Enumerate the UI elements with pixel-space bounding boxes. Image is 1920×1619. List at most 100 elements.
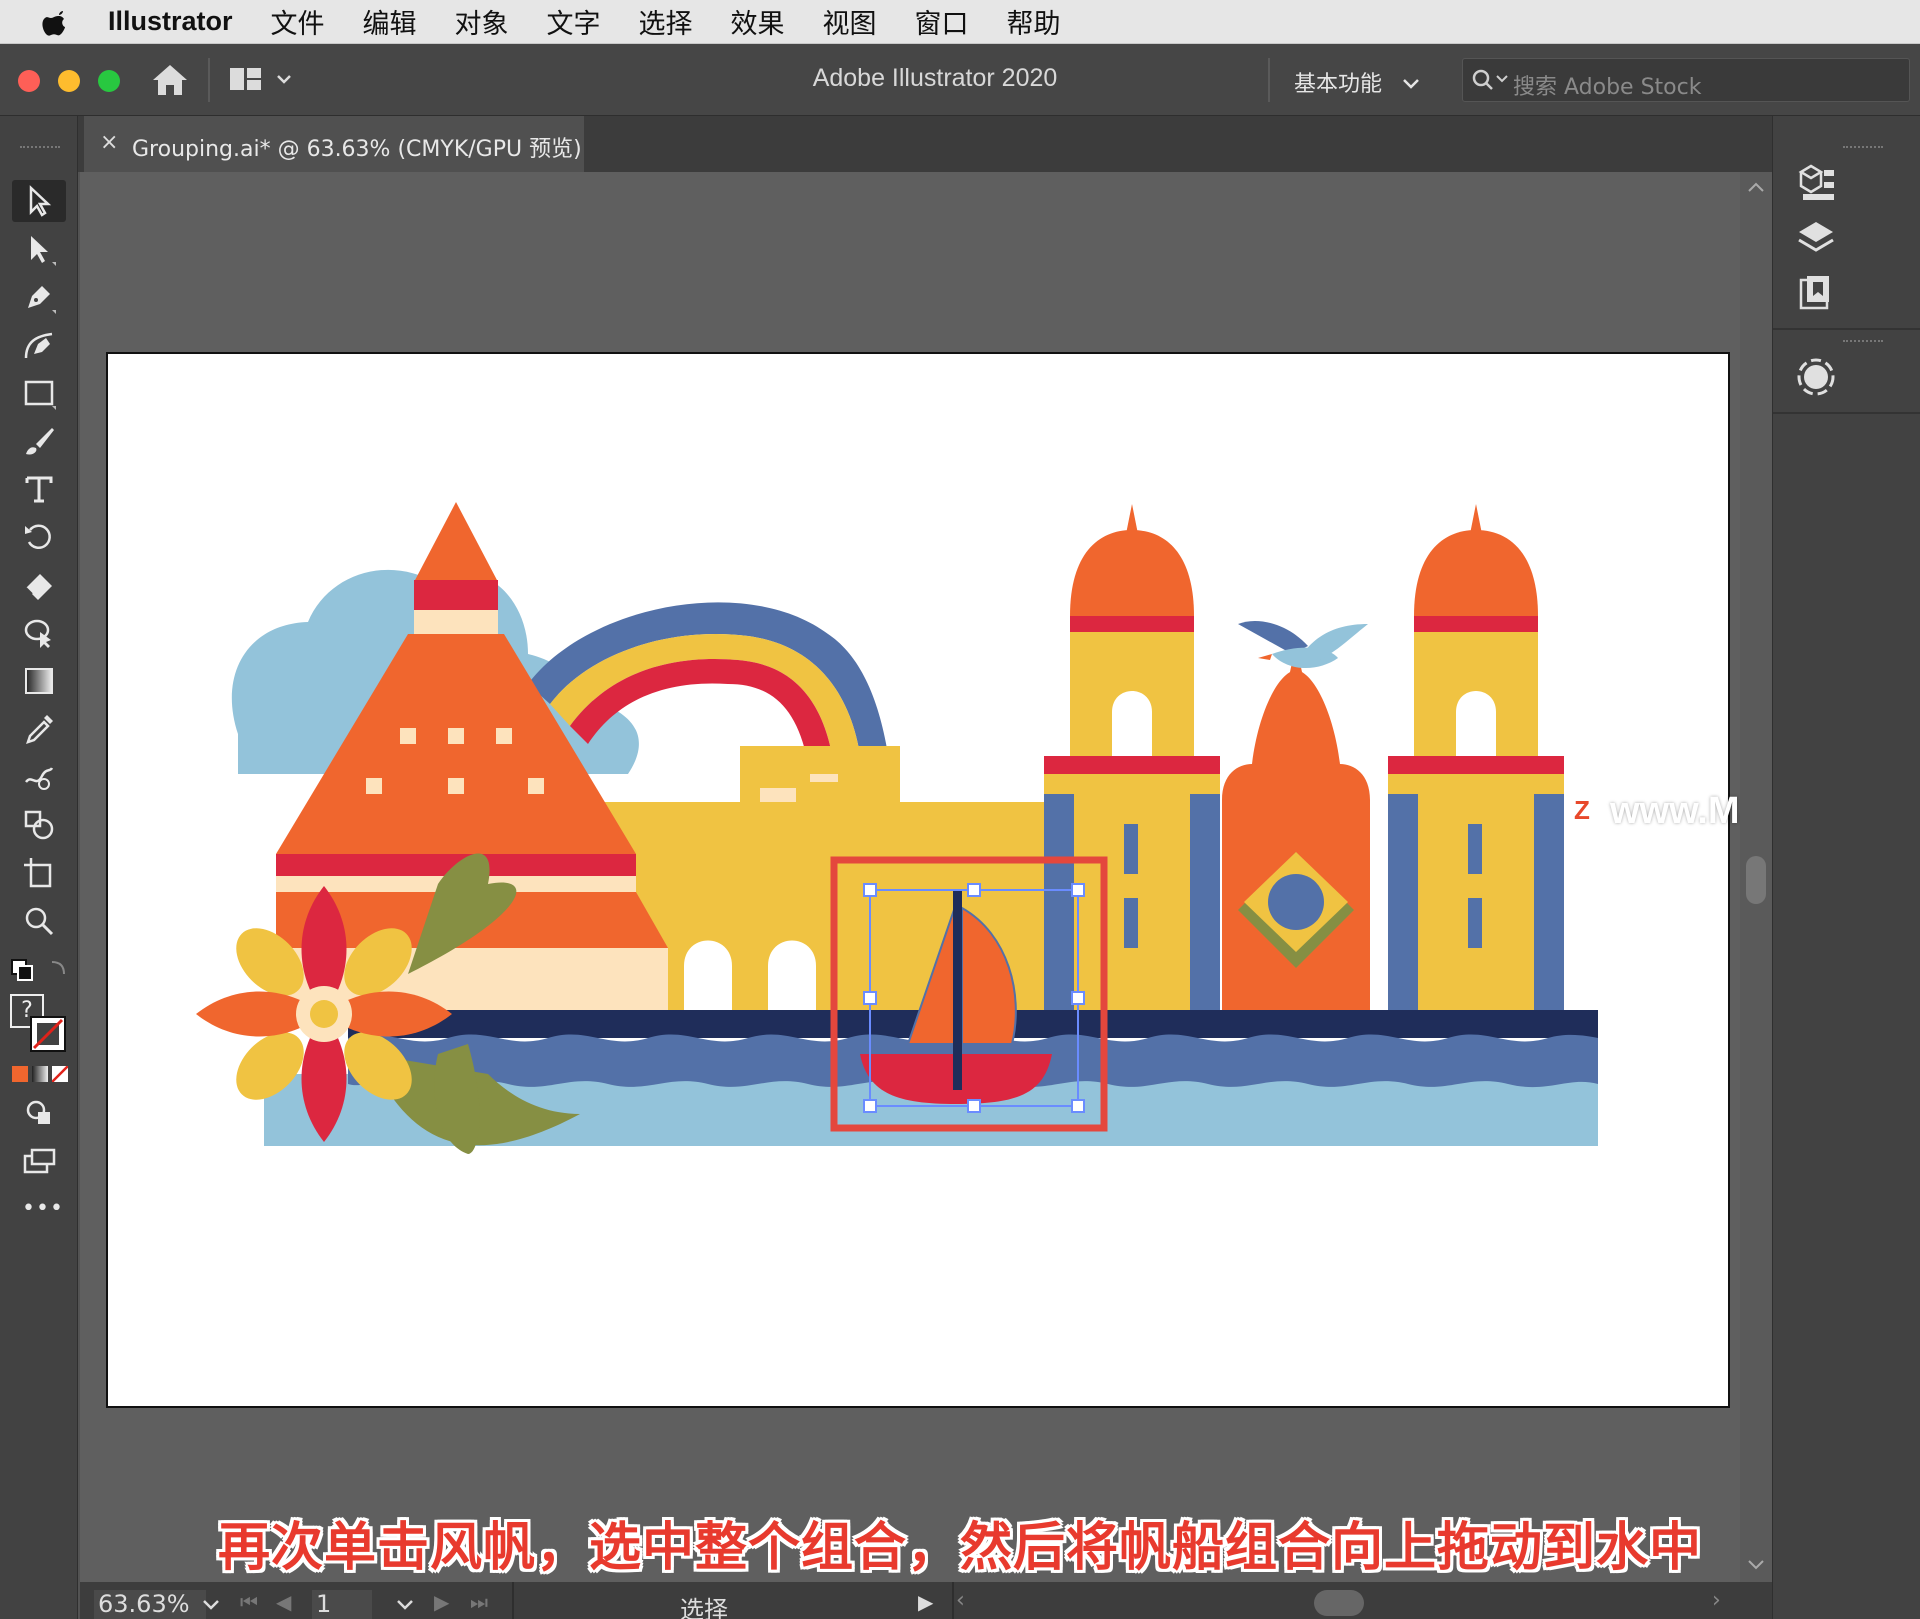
chevron-down-icon (1403, 79, 1419, 89)
direct-selection-tool[interactable] (12, 228, 66, 270)
seagull (1238, 620, 1368, 669)
workspace-switcher[interactable]: 基本功能 (1294, 66, 1421, 98)
panel-grip[interactable] (1843, 340, 1883, 345)
pen-nib-icon (28, 286, 56, 314)
eyedropper-tool[interactable] (12, 708, 66, 750)
last-artboard-icon[interactable]: ⏭ (470, 1590, 488, 1614)
artwork (196, 502, 1598, 1154)
zoom-level-value: 63.63% (98, 1590, 190, 1618)
stock-search-input[interactable]: 搜索 Adobe Stock (1462, 58, 1910, 102)
rectangle-tool[interactable] (12, 372, 66, 414)
document-tab-bar: ›› × Grouping.ai* @ 63.63% (CMYK/GPU 预览)… (0, 116, 1920, 172)
layers-icon[interactable] (1791, 214, 1841, 264)
search-icon (1472, 69, 1508, 90)
selection-tool[interactable] (12, 180, 66, 222)
center-dome-building (1222, 644, 1370, 1010)
window-cream (810, 774, 838, 782)
tower-red-band (1044, 756, 1220, 774)
type-tool[interactable] (12, 468, 66, 510)
zoom-tool[interactable] (12, 900, 66, 942)
rotate-tool[interactable] (12, 516, 66, 558)
artboard[interactable] (106, 352, 1730, 1408)
previous-artboard-icon[interactable]: ◀ (276, 1590, 291, 1614)
apple-logo-icon[interactable] (38, 7, 78, 37)
menu-object[interactable]: 对象 (455, 2, 509, 41)
menu-file[interactable]: 文件 (271, 2, 325, 41)
tower-blue-column (1534, 794, 1564, 1010)
eraser-tool[interactable] (12, 564, 66, 606)
menu-view[interactable]: 视图 (823, 2, 877, 41)
edit-toolbar-button[interactable]: ••• (22, 1196, 64, 1221)
macos-menubar: Illustrator 文件 编辑 对象 文字 选择 效果 视图 窗口 帮助 (0, 0, 1920, 44)
artboard-tool[interactable] (12, 852, 66, 894)
boat-mast (953, 890, 962, 1090)
color-mode-buttons (12, 1064, 70, 1084)
menu-select[interactable]: 选择 (639, 2, 693, 41)
flower-center (310, 1000, 338, 1028)
scroll-right-icon[interactable]: › (1712, 1588, 1721, 1613)
puppet-warp-tool[interactable] (12, 612, 66, 654)
pyramid-spire (414, 502, 498, 582)
divider (952, 1582, 954, 1619)
screen-mode-icon (23, 1148, 56, 1174)
vertical-scrollbar[interactable] (1740, 172, 1772, 1582)
window-cream (760, 788, 796, 802)
stroke-swatch-none[interactable] (30, 1016, 66, 1052)
divider (512, 1582, 514, 1619)
paintbrush-icon (26, 428, 54, 455)
color-button[interactable] (12, 1066, 28, 1082)
pyramid-window (400, 728, 416, 744)
document-tab-label: Grouping.ai* @ 63.63% (CMYK/GPU 预览) (132, 137, 582, 162)
search-placeholder: 搜索 Adobe Stock (1513, 75, 1702, 100)
illustrator-app: Illustrator 文件 编辑 对象 文字 选择 效果 视图 窗口 帮助 A… (0, 0, 1920, 1619)
tower-arch-window (1112, 691, 1152, 756)
right-dome-tower (1388, 504, 1564, 1010)
scroll-up-icon[interactable] (1746, 180, 1766, 194)
default-swap-colors-icon[interactable] (8, 954, 70, 984)
menu-edit[interactable]: 编辑 (363, 2, 417, 41)
curvature-tool[interactable] (12, 324, 66, 366)
blend-tool[interactable] (12, 756, 66, 798)
menu-help[interactable]: 帮助 (1007, 2, 1061, 41)
screen-mode-button[interactable] (12, 1140, 66, 1182)
menu-effect[interactable]: 效果 (731, 2, 785, 41)
panel-grip[interactable] (20, 146, 60, 151)
status-menu-arrow-icon[interactable]: ▶ (918, 1590, 933, 1614)
scroll-left-icon[interactable]: ‹ (956, 1588, 965, 1613)
watermark-logo-icon: Z (1564, 792, 1600, 828)
menu-app-name[interactable]: Illustrator (108, 6, 233, 37)
gradient-button[interactable] (32, 1066, 48, 1082)
menu-type[interactable]: 文字 (547, 2, 601, 41)
draw-mode-button[interactable] (12, 1092, 66, 1134)
artboard-dropdown-chevron-icon[interactable] (394, 1598, 416, 1612)
menu-window[interactable]: 窗口 (915, 2, 969, 41)
eraser-icon (25, 574, 52, 600)
properties-icon[interactable] (1791, 352, 1841, 402)
pyramid-cream-band (414, 610, 498, 634)
pen-tool[interactable] (12, 276, 66, 318)
tower-window (1124, 824, 1138, 874)
zoom-dropdown-chevron-icon[interactable] (200, 1598, 222, 1612)
gradient-icon (25, 668, 53, 694)
tower-blue-column (1190, 794, 1220, 1010)
gradient-tool[interactable] (12, 660, 66, 702)
paintbrush-tool[interactable] (12, 420, 66, 462)
selection-arrow-icon (29, 185, 52, 217)
horizontal-scroll-thumb[interactable] (1314, 1590, 1364, 1616)
none-button[interactable] (52, 1066, 68, 1082)
shape-builder-tool[interactable] (12, 804, 66, 846)
zoom-level-field[interactable]: 63.63% (94, 1590, 206, 1619)
next-artboard-icon[interactable]: ▶ (434, 1590, 449, 1614)
libraries-icon[interactable] (1791, 158, 1841, 208)
artboards-panel-icon[interactable] (1791, 270, 1841, 320)
panel-grip[interactable] (1843, 146, 1883, 151)
scroll-thumb[interactable] (1746, 856, 1766, 904)
close-tab-icon[interactable]: × (100, 130, 118, 155)
tower-red-band (1388, 756, 1564, 774)
document-tab[interactable]: × Grouping.ai* @ 63.63% (CMYK/GPU 预览) (84, 116, 584, 172)
artboard-number-field[interactable]: 1 (312, 1590, 372, 1619)
tools-panel: ? ••• (0, 116, 78, 1619)
fill-stroke-control[interactable]: ? (10, 994, 72, 1054)
dome (1414, 530, 1538, 616)
first-artboard-icon[interactable]: ⏮ (240, 1590, 258, 1614)
